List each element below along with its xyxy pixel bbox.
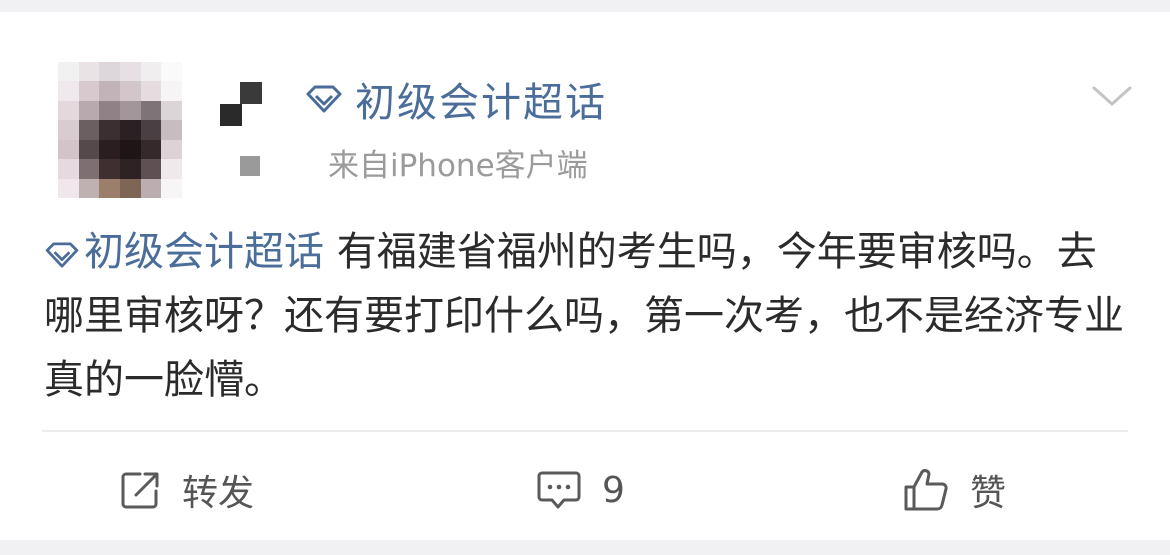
divider xyxy=(42,430,1128,432)
diamond-icon xyxy=(45,242,79,268)
like-icon xyxy=(904,469,948,511)
username-mosaic[interactable] xyxy=(218,82,264,178)
super-topic-tag[interactable]: 初级会计超话 xyxy=(305,64,607,134)
comment-button[interactable]: 9 xyxy=(536,442,625,538)
comment-count: 9 xyxy=(602,469,625,511)
diamond-icon xyxy=(306,85,342,113)
comment-icon xyxy=(537,471,581,509)
forward-button[interactable]: 转发 xyxy=(118,442,254,538)
post-source: 来自iPhone客户端 xyxy=(328,148,588,184)
avatar[interactable] xyxy=(58,62,182,198)
topic-link-label: 初级会计超话 xyxy=(84,229,324,275)
chevron-down-icon[interactable] xyxy=(1090,82,1134,112)
like-label: 赞 xyxy=(970,473,1007,514)
forward-label: 转发 xyxy=(182,473,255,514)
post-card[interactable]: 初级会计超话 来自iPhone客户端 初级会计超话 有福建省福州的考生吗，今年要… xyxy=(0,12,1170,540)
post-body: 初级会计超话 有福建省福州的考生吗，今年要审核吗。去哪里审核呀？还有要打印什么吗… xyxy=(44,220,1124,412)
like-button[interactable]: 赞 xyxy=(902,442,1006,538)
topic-link[interactable]: 初级会计超话 xyxy=(44,229,324,275)
super-topic-name: 初级会计超话 xyxy=(355,80,607,126)
forward-icon xyxy=(121,472,159,509)
